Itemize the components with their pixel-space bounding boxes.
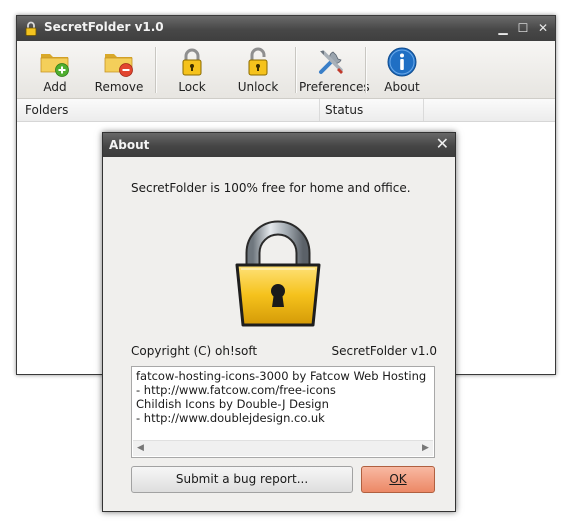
scroll-right-icon[interactable]: ▶ (418, 441, 433, 456)
scroll-left-icon[interactable]: ◀ (133, 441, 148, 456)
version-text: SecretFolder v1.0 (331, 344, 437, 358)
toolbar-separator (365, 47, 366, 93)
lock-label: Lock (178, 80, 206, 94)
lock-icon (182, 48, 202, 76)
unlock-label: Unlock (237, 80, 279, 94)
column-divider[interactable] (319, 99, 320, 121)
about-intro-text: SecretFolder is 100% free for home and o… (131, 181, 411, 195)
maximize-button[interactable]: ☐ (515, 20, 531, 36)
horizontal-scrollbar[interactable]: ◀ ▶ (133, 440, 433, 456)
folder-list-header: Folders Status (17, 99, 555, 122)
toolbar-separator (155, 47, 156, 93)
toolbar-separator (295, 47, 296, 93)
lock-button[interactable]: Lock (163, 41, 221, 98)
about-button[interactable]: About (371, 41, 433, 98)
submit-bug-report-button[interactable]: Submit a bug report... (131, 466, 353, 493)
credits-line: Childish Icons by Double-J Design (136, 397, 329, 411)
main-titlebar[interactable]: SecretFolder v1.0 ▁ ☐ ✕ (17, 16, 555, 41)
info-icon (387, 47, 417, 77)
add-button[interactable]: Add (25, 41, 85, 98)
ok-label: OK (389, 472, 407, 486)
preferences-label: Preferences (299, 80, 370, 94)
folder-remove-icon (104, 54, 133, 77)
ok-button[interactable]: OK (361, 466, 435, 493)
credits-line: - http://www.fatcow.com/free-icons (136, 383, 336, 397)
app-lock-icon (25, 21, 37, 36)
close-button[interactable]: ✕ (535, 20, 551, 36)
about-title: About (109, 138, 150, 152)
main-window-title: SecretFolder v1.0 (44, 20, 164, 34)
about-titlebar[interactable]: About ✕ (103, 133, 455, 157)
about-dialog: About ✕ SecretFolder is 100% free for ho… (102, 132, 456, 512)
preferences-button[interactable]: Preferences (299, 41, 370, 98)
column-folders[interactable]: Folders (25, 103, 68, 117)
credits-line: fatcow-hosting-icons-3000 by Fatcow Web … (136, 369, 427, 383)
remove-button[interactable]: Remove (89, 41, 149, 98)
padlock-icon (235, 220, 321, 327)
add-label: Add (43, 80, 67, 94)
remove-label: Remove (94, 80, 144, 94)
column-divider[interactable] (423, 99, 424, 121)
about-label: About (384, 80, 420, 94)
unlock-button[interactable]: Unlock (229, 41, 287, 98)
folder-add-icon (40, 54, 69, 77)
copyright-text: Copyright (C) oh!soft (131, 344, 258, 358)
credits-textbox[interactable]: fatcow-hosting-icons-3000 by Fatcow Web … (131, 366, 435, 458)
unlock-icon (248, 47, 268, 76)
minimize-button[interactable]: ▁ (495, 20, 511, 36)
credits-line: - http://www.doublejdesign.co.uk (136, 411, 325, 425)
column-status[interactable]: Status (325, 103, 363, 117)
about-close-button[interactable]: ✕ (436, 135, 449, 153)
toolbar: Add Remove Lock Unlock Preferences About (17, 41, 555, 99)
tools-icon (319, 50, 343, 74)
